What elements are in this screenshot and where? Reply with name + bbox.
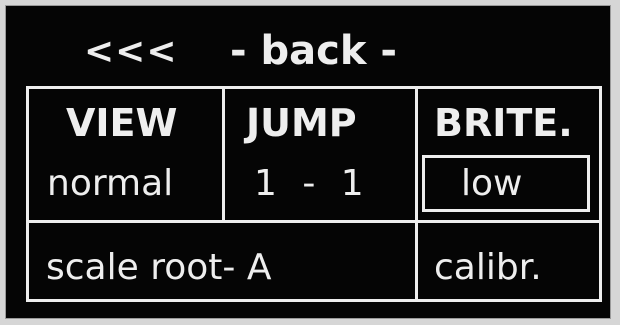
view-value: normal — [47, 163, 174, 204]
view-label: VIEW — [66, 101, 178, 145]
grid-divider-horizontal — [29, 220, 599, 223]
brite-label: BRITE. — [434, 101, 573, 145]
oled-screen: <<< - back - VIEW normal JUMP 1 - 1 BRIT… — [5, 5, 611, 319]
brite-value: low — [461, 163, 523, 204]
grid-divider-vertical-right — [415, 89, 418, 299]
scale-root-label: scale root- A — [46, 247, 272, 288]
calibrate-label: calibr. — [434, 247, 542, 288]
back-button[interactable]: - back - — [230, 31, 397, 71]
jump-label: JUMP — [246, 101, 357, 145]
grid-divider-vertical-left — [222, 89, 225, 220]
jump-value: 1 - 1 — [254, 163, 364, 204]
back-arrows-icon[interactable]: <<< — [84, 34, 178, 70]
